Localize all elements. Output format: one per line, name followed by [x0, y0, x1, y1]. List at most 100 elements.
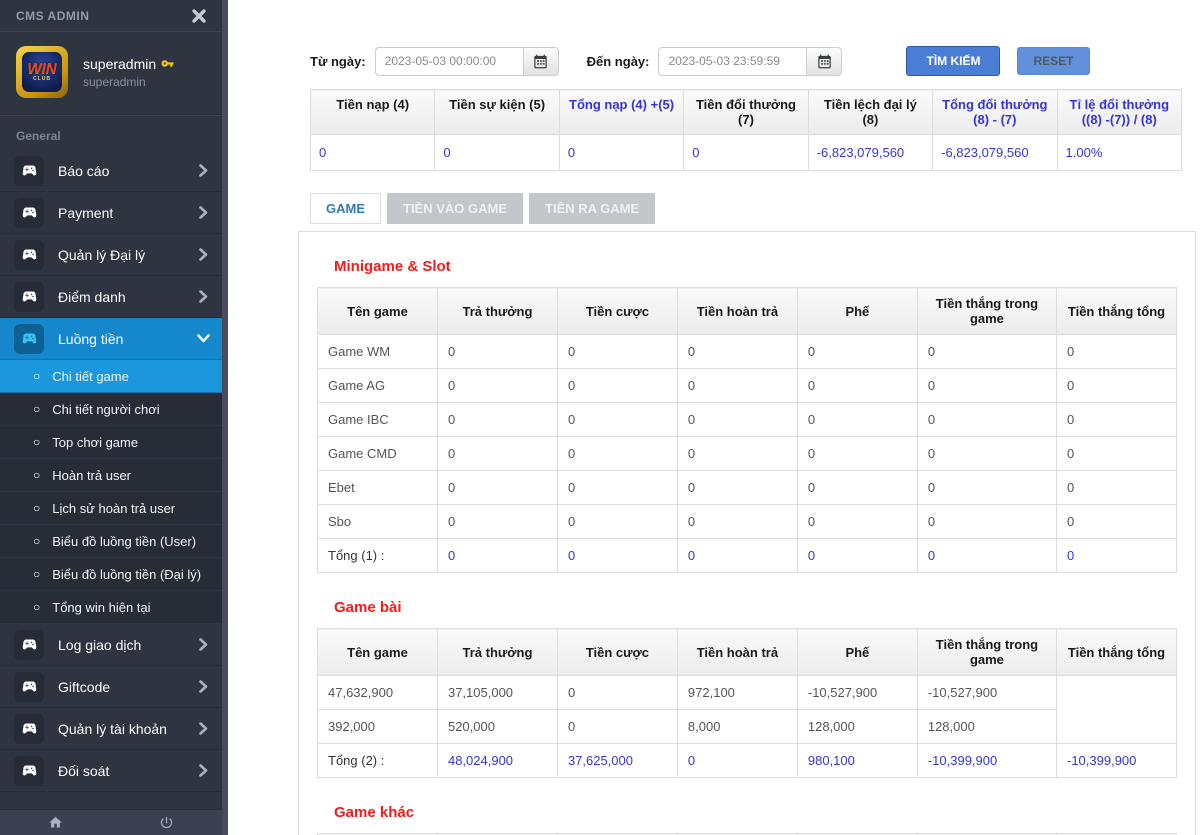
table-header-cell: Tiền thắng tổng	[1056, 287, 1177, 335]
table-cell: 0	[1056, 368, 1177, 403]
total-label-cell: Tổng (1) :	[317, 538, 438, 573]
table-cell: 0	[436, 402, 558, 437]
close-icon[interactable]	[192, 8, 206, 23]
game-section-2: Game bài Tên game Trả thưởng Tiền cược Tiền …	[317, 599, 1177, 778]
table-cell: -10,527,900	[796, 675, 918, 710]
submenu-item-label: Tổng win hiện tại	[52, 599, 151, 615]
submenu-item-bieu-do-luong-tien-user[interactable]: ○ Biểu đồ luồng tiền (User)	[0, 525, 222, 558]
sidebar-item-label: Quản lý Đại lý	[58, 246, 146, 263]
sidebar-item-quan-ly-dai-ly[interactable]: Quản lý Đại lý	[0, 234, 222, 276]
total-value-cell: 37,625,000	[556, 743, 678, 778]
table-row: Sbo 0 0 0 0 0 0	[317, 504, 1177, 539]
sidebar-item-luong-tien[interactable]: Luồng tiền	[0, 318, 222, 360]
table-header-cell: Tiền thắng tổng	[1056, 628, 1177, 676]
chevron-right-icon	[199, 722, 208, 735]
chevron-right-icon	[199, 764, 208, 777]
avatar-subtext: CLUB	[33, 76, 51, 82]
to-date-input[interactable]	[658, 46, 807, 76]
sidebar-item-label: Báo cáo	[58, 162, 110, 179]
calendar-icon	[534, 54, 547, 68]
table-cell: 37,105,000	[436, 675, 558, 710]
sidebar-item-payment[interactable]: Payment	[0, 192, 222, 234]
summary-header-cell: Tiền sự kiện (5)	[434, 89, 560, 135]
submenu-item-top-choi-game[interactable]: ○ Top chơi game	[0, 426, 222, 459]
submenu-item-bieu-do-luong-tien-dai-ly[interactable]: ○ Biểu đồ luồng tiền (Đại lý)	[0, 558, 222, 591]
table-cell: 0	[916, 334, 1058, 369]
summary-header-cell: Tổng nạp (4) +(5)	[558, 89, 685, 135]
table-cell: 0	[796, 402, 918, 437]
sidebar-item-bao-cao[interactable]: Báo cáo	[0, 150, 222, 192]
table-cell: 0	[436, 368, 558, 403]
submenu-item-lich-su-hoan-tra-user[interactable]: ○ Lịch sử hoàn trả user	[0, 492, 222, 525]
circle-icon: ○	[33, 402, 41, 416]
total-value-cell: 0	[796, 538, 918, 573]
chevron-right-icon	[199, 164, 208, 177]
table-cell: 0	[1056, 470, 1177, 505]
table-header-cell: Tiền hoàn trả	[676, 628, 798, 676]
total-value-cell: 48,024,900	[436, 743, 558, 778]
key-icon	[161, 57, 174, 70]
tab-tien-vao-game[interactable]: TIỀN VÀO GAME	[387, 193, 524, 224]
total-value-cell: 0	[436, 538, 558, 573]
table-cell: 0	[436, 470, 558, 505]
calendar-icon	[818, 54, 831, 68]
sidebar-item-diem-danh[interactable]: Điểm danh	[0, 276, 222, 318]
sidebar-item-quan-ly-tai-khoan[interactable]: Quản lý tài khoản	[0, 708, 222, 750]
table-row: Game IBC 0 0 0 0 0 0	[317, 402, 1177, 437]
reset-button[interactable]: RESET	[1017, 47, 1090, 75]
section-label: General	[0, 115, 222, 150]
table-cell: 0	[1056, 504, 1177, 539]
table-row: 392,000 520,000 0 8,000 128,000 128,000	[317, 709, 1177, 744]
power-icon	[160, 816, 173, 829]
from-calendar-button[interactable]	[522, 46, 559, 76]
table-row: Game WM 0 0 0 0 0 0	[317, 334, 1177, 369]
table-cell: 0	[916, 436, 1058, 471]
table-cell: -10,527,900	[916, 675, 1058, 710]
submenu-item-chi-tiet-game[interactable]: ○ Chi tiết game	[0, 360, 222, 393]
table-cell: 0	[1056, 436, 1177, 471]
tab-bar: GAME TIỀN VÀO GAME TIỀN RA GAME	[310, 193, 1196, 224]
table-cell: 0	[556, 675, 678, 710]
content-panel: Minigame & Slot Tên game Trả thưởng Tiền cư…	[298, 231, 1196, 835]
table-row: Game AG 0 0 0 0 0 0	[317, 368, 1177, 403]
home-button[interactable]	[0, 815, 111, 830]
summary-header-cell: Tổng đổi thưởng (8) - (7)	[932, 89, 1058, 135]
circle-icon: ○	[33, 468, 41, 482]
home-icon	[49, 816, 62, 828]
sidebar-item-giftcode[interactable]: Giftcode	[0, 666, 222, 708]
table-cell: 0	[676, 470, 798, 505]
from-date-label: Từ ngày:	[310, 53, 366, 69]
gamepad-icon	[14, 671, 44, 702]
to-calendar-button[interactable]	[806, 46, 843, 76]
power-button[interactable]	[111, 815, 222, 830]
table-cell: 0	[1056, 402, 1177, 437]
table-cell: Ebet	[317, 470, 438, 505]
table-cell: 128,000	[916, 709, 1058, 744]
table-row: Game CMD 0 0 0 0 0 0	[317, 436, 1177, 471]
table-cell	[1056, 675, 1177, 744]
sidebar-item-label: Giftcode	[58, 678, 111, 695]
table-header-cell: Tiền thắng trong game	[916, 287, 1058, 335]
table-cell: Game IBC	[317, 402, 438, 437]
tab-game[interactable]: GAME	[310, 193, 381, 224]
sidebar-item-doi-soat[interactable]: Đối soát	[0, 750, 222, 792]
submenu-item-hoan-tra-user[interactable]: ○ Hoàn trả user	[0, 459, 222, 492]
summary-table: Tiền nạp (4) Tiền sự kiện (5) Tổng nạp (4)…	[309, 89, 1183, 171]
table-header-cell: Tên game	[317, 628, 438, 676]
gamepad-icon	[14, 155, 44, 186]
submenu-item-label: Top chơi game	[52, 434, 139, 450]
search-button[interactable]: TÌM KIẾM	[906, 46, 1001, 76]
from-date-input[interactable]	[374, 46, 523, 76]
submenu-item-tong-win-hien-tai[interactable]: ○ Tổng win hiện tại	[0, 591, 222, 624]
table-cell: 0	[1056, 334, 1177, 369]
submenu-item-chi-tiet-nguoi-choi[interactable]: ○ Chi tiết người chơi	[0, 393, 222, 426]
tab-tien-ra-game[interactable]: TIỀN RA GAME	[529, 193, 656, 224]
table-cell: 0	[796, 368, 918, 403]
sidebar-header: CMS ADMIN	[0, 0, 222, 32]
summary-value-cell: 0	[309, 134, 436, 171]
sidebar-item-log-giao-dich[interactable]: Log giao dịch	[0, 624, 222, 666]
chevron-right-icon	[199, 206, 208, 219]
table-cell: 0	[796, 436, 918, 471]
gamepad-icon	[14, 629, 44, 660]
summary-value-cell: 0	[683, 134, 809, 171]
